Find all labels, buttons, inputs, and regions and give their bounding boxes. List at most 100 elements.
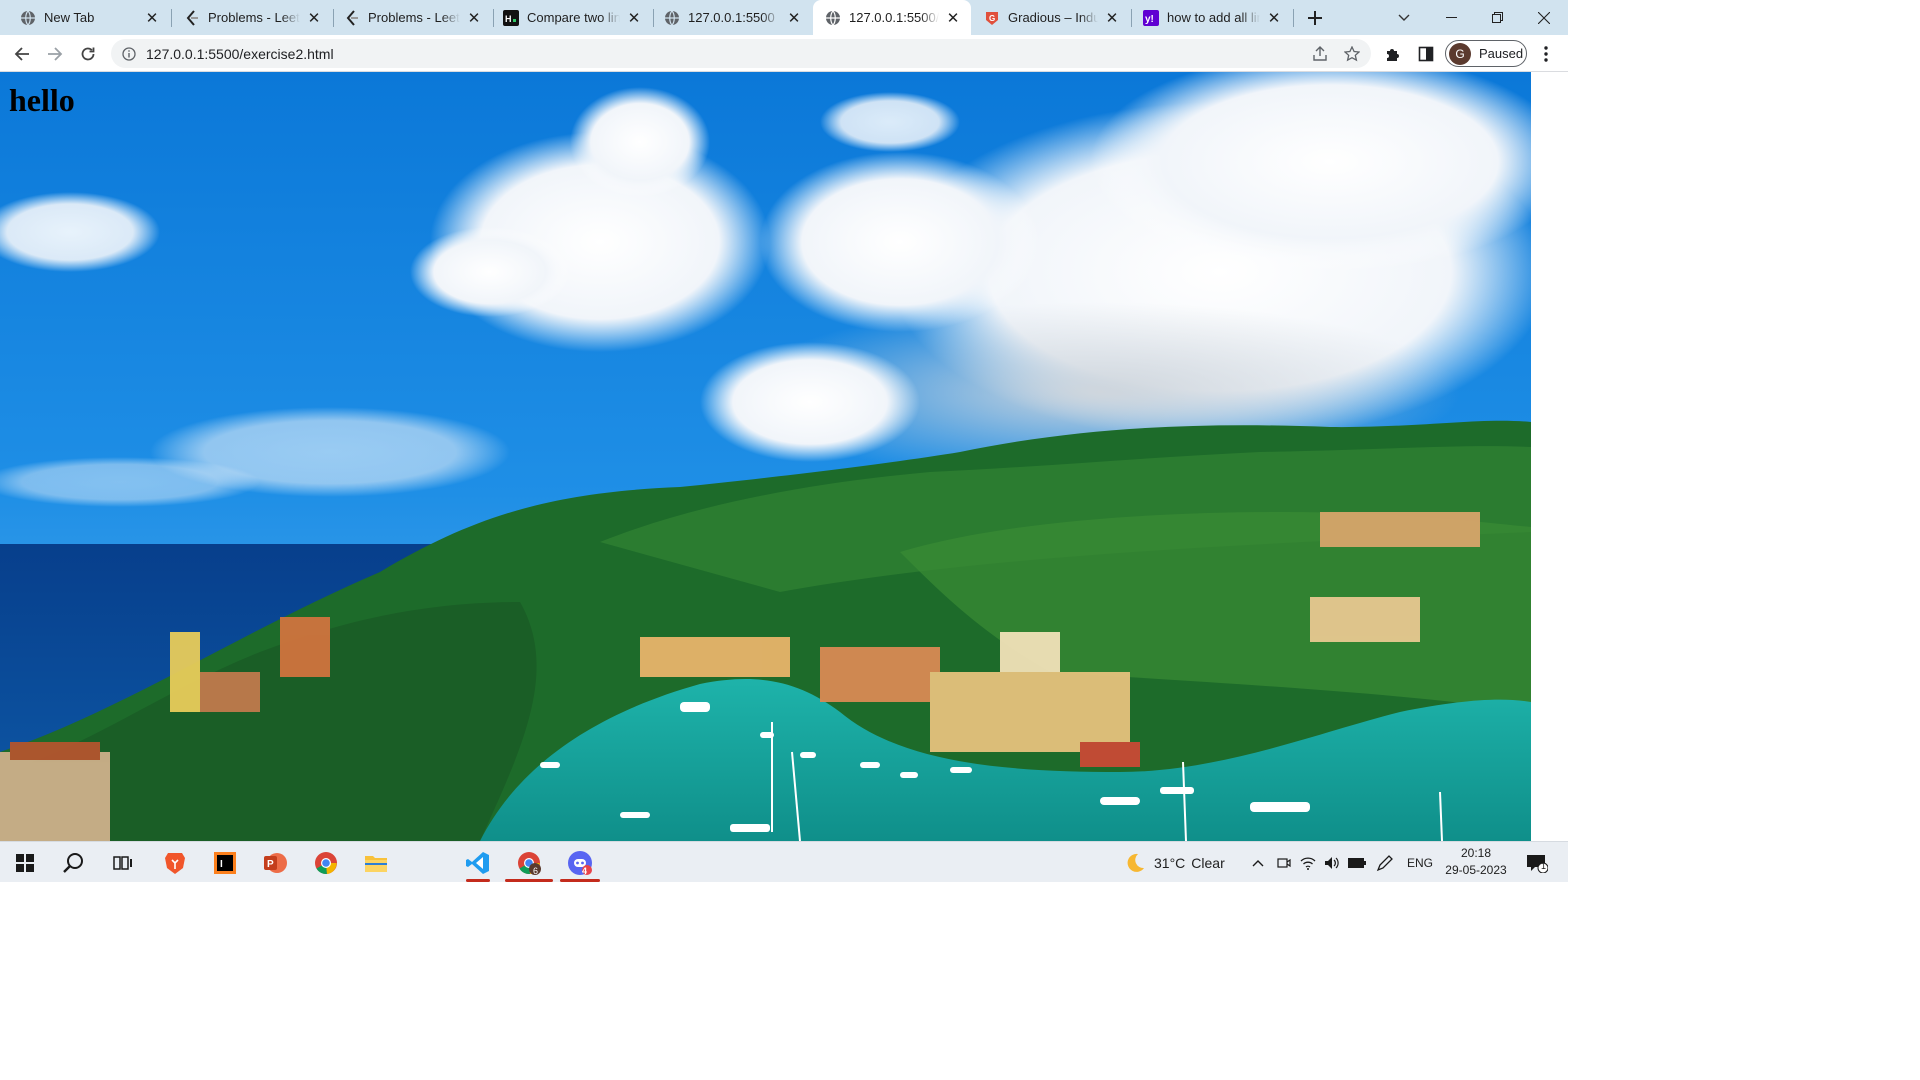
weather-temp: 31°C — [1154, 854, 1186, 871]
tab-leetcode-2[interactable]: Problems - LeetCode ✕ — [334, 0, 492, 35]
chevron-down-icon — [1398, 14, 1410, 21]
close-icon[interactable]: ✕ — [144, 10, 160, 27]
leetcode-icon — [184, 9, 200, 26]
reload-button[interactable] — [75, 41, 101, 67]
svg-text:H: H — [505, 14, 512, 24]
intellij-icon[interactable]: I — [210, 842, 240, 883]
side-panel-button[interactable] — [1413, 41, 1439, 67]
meet-now-icon[interactable] — [1274, 842, 1294, 883]
tab-localhost[interactable]: 127.0.0.1:5500 ✕ — [654, 0, 812, 35]
svg-text:y!: y! — [1145, 14, 1154, 25]
tab-new-tab[interactable]: New Tab ✕ — [0, 0, 170, 35]
chevron-up-icon[interactable] — [1248, 842, 1268, 883]
close-icon — [1538, 11, 1550, 24]
powerpoint-icon[interactable]: P — [260, 842, 290, 883]
close-icon[interactable]: ✕ — [945, 10, 961, 27]
tab-title: 127.0.0.1:5500/exercise2.html — [849, 10, 939, 25]
discord-running-indicator — [560, 879, 600, 882]
tab-title: how to add all links — [1167, 10, 1260, 25]
tab-title: New Tab — [44, 10, 95, 25]
tab-divider — [1293, 9, 1294, 27]
chrome-icon[interactable] — [311, 842, 341, 883]
coastal-harbor-village-photo — [0, 72, 1531, 841]
close-icon[interactable]: ✕ — [786, 10, 802, 27]
profile-button[interactable]: G Paused — [1445, 40, 1527, 67]
search-icon[interactable] — [58, 842, 88, 883]
svg-text:G: G — [989, 14, 995, 23]
side-panel-icon — [1418, 46, 1434, 62]
discord-icon[interactable]: 4 — [564, 842, 596, 883]
tab-gradious[interactable]: G Gradious – Industry ✕ — [972, 0, 1130, 35]
info-icon[interactable] — [122, 46, 136, 61]
page-viewport: hello — [0, 72, 1568, 841]
arrow-left-icon — [14, 47, 29, 61]
minimize-button[interactable] — [1428, 0, 1474, 35]
notification-count: 1 — [1541, 861, 1547, 871]
clock[interactable]: 20:18 29-05-2023 — [1438, 845, 1514, 879]
plus-icon — [1308, 10, 1322, 25]
notification-center-icon[interactable]: 1 — [1522, 842, 1552, 883]
back-button[interactable] — [9, 41, 35, 67]
chrome-badge: 6 — [533, 866, 539, 876]
yahoo-icon: y! — [1143, 9, 1159, 26]
share-button[interactable] — [1307, 41, 1333, 67]
menu-button[interactable] — [1533, 41, 1559, 67]
browser-toolbar: 127.0.0.1:5500/exercise2.html G Paused — [0, 35, 1568, 72]
tab-leetcode-1[interactable]: Problems - LeetCode ✕ — [172, 0, 332, 35]
tab-title: 127.0.0.1:5500 — [688, 10, 775, 25]
close-icon[interactable]: ✕ — [626, 10, 642, 27]
globe-icon — [20, 10, 36, 26]
close-icon[interactable]: ✕ — [306, 10, 322, 27]
volume-icon[interactable] — [1322, 842, 1342, 883]
leetcode-icon — [344, 9, 360, 26]
puzzle-icon — [1387, 49, 1399, 61]
svg-text:P: P — [267, 859, 274, 870]
battery-icon[interactable] — [1346, 842, 1368, 883]
tab-title: Compare two linked lists — [527, 10, 620, 25]
windows-taskbar: I P 6 4 31°C Clear ENG 20:18 29-05-2023 … — [0, 841, 1568, 882]
close-icon[interactable]: ✕ — [466, 10, 482, 27]
svg-text:I: I — [220, 859, 223, 870]
address-bar[interactable]: 127.0.0.1:5500/exercise2.html — [111, 39, 1371, 68]
globe-icon — [825, 10, 841, 26]
tab-title: Gradious – Industry — [1008, 10, 1098, 25]
extensions-button[interactable] — [1380, 41, 1406, 67]
restore-button[interactable] — [1474, 0, 1520, 35]
gradious-icon: G — [984, 10, 1000, 26]
tab-search-button[interactable] — [1390, 0, 1418, 35]
close-icon[interactable]: ✕ — [1266, 10, 1282, 27]
reload-icon — [81, 47, 95, 61]
pen-icon[interactable] — [1374, 842, 1396, 883]
forward-button[interactable] — [42, 41, 68, 67]
task-view-icon[interactable] — [108, 842, 138, 883]
close-icon[interactable]: ✕ — [1104, 10, 1120, 27]
hero-background-image — [0, 72, 1531, 841]
close-window-button[interactable] — [1520, 0, 1568, 35]
weather-widget[interactable]: 31°C Clear — [1154, 842, 1234, 883]
moon-weather-icon[interactable] — [1122, 842, 1148, 883]
share-icon — [1313, 46, 1327, 61]
clock-date: 29-05-2023 — [1445, 863, 1507, 877]
restore-icon — [1491, 12, 1503, 23]
tab-strip: New Tab ✕ Problems - LeetCode ✕ Problems… — [0, 0, 1568, 35]
language-text: ENG — [1406, 855, 1433, 870]
tab-hackerrank[interactable]: H Compare two linked lists ✕ — [494, 0, 652, 35]
tab-title: Problems - LeetCode — [368, 10, 460, 25]
vscode-running-indicator — [466, 879, 490, 882]
tab-yahoo[interactable]: y! how to add all links ✕ — [1132, 0, 1292, 35]
url-text[interactable]: 127.0.0.1:5500/exercise2.html — [146, 46, 334, 62]
bookmark-button[interactable] — [1339, 41, 1365, 67]
brave-icon[interactable] — [160, 842, 190, 883]
new-tab-button[interactable] — [1300, 0, 1330, 35]
file-explorer-icon[interactable] — [361, 842, 391, 883]
chrome-profile-icon[interactable]: 6 — [513, 842, 545, 883]
vscode-icon[interactable] — [463, 842, 493, 883]
profile-status: Paused — [1479, 46, 1524, 61]
wifi-icon[interactable] — [1298, 842, 1318, 883]
star-icon — [1344, 46, 1360, 62]
discord-badge: 4 — [582, 866, 588, 876]
windows-start-icon[interactable] — [10, 842, 40, 883]
hackerrank-icon: H — [503, 9, 519, 26]
tab-exercise2-active[interactable]: 127.0.0.1:5500/exercise2.html ✕ — [813, 0, 971, 35]
language-indicator[interactable]: ENG — [1400, 842, 1440, 883]
